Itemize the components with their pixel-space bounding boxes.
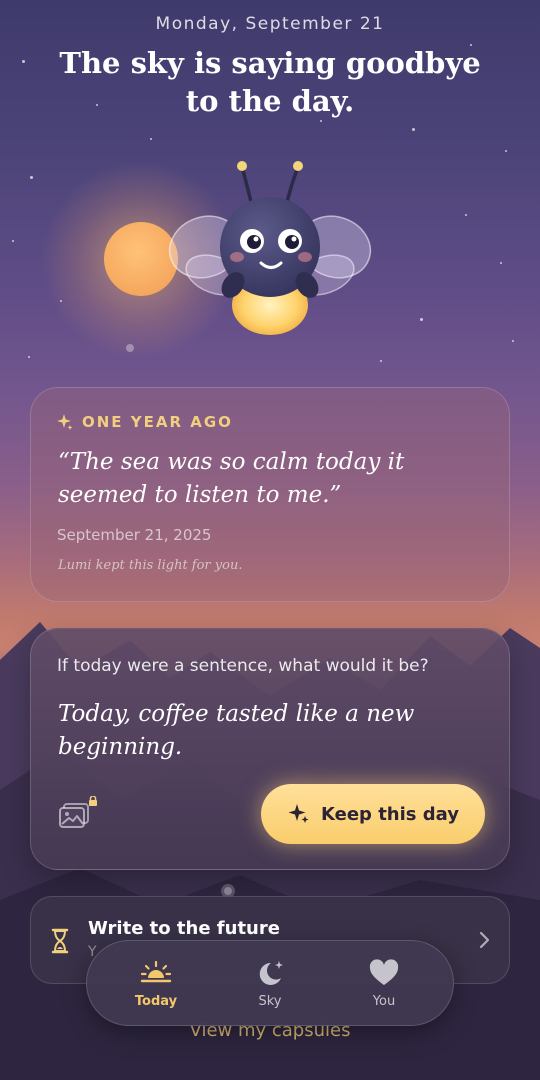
prompt-question: If today were a sentence, what would it … (57, 656, 429, 676)
prompt-answer-text[interactable]: Today, coffee tasted like a new beginnin… (58, 698, 478, 764)
keep-this-day-label: Keep this day (321, 803, 459, 825)
lumi-firefly-mascot[interactable] (165, 155, 375, 345)
date-label: Monday, September 21 (155, 14, 385, 34)
memory-note: Lumi kept this light for you. (58, 558, 243, 573)
tab-label-you: You (372, 994, 396, 1009)
memory-date: September 21, 2025 (57, 526, 212, 544)
sparkle-icon (57, 414, 73, 430)
sunset-icon (140, 960, 172, 983)
sparkle-icon (288, 804, 309, 823)
tab-label-today: Today (134, 994, 178, 1009)
tab-you[interactable]: You (339, 958, 429, 1014)
page-title: The sky is saying goodbye to the day. (59, 46, 481, 118)
hourglass-icon (51, 928, 69, 954)
moon-stars-icon (259, 961, 283, 985)
future-title: Write to the future (88, 918, 280, 939)
memory-eyebrow-label: ONE YEAR AGO (82, 413, 233, 431)
memory-quote: “The sea was so calm today it seemed to … (58, 449, 405, 508)
chevron-right-icon (479, 931, 490, 949)
tab-label-sky: Sky (258, 994, 282, 1009)
tab-sky[interactable]: Sky (225, 958, 315, 1014)
tab-today[interactable]: Today (111, 958, 201, 1014)
heart-icon (369, 959, 399, 985)
memory-eyebrow: ONE YEAR AGO (56, 413, 233, 431)
keep-this-day-button[interactable]: Keep this day (261, 784, 485, 844)
add-photo-locked-icon[interactable] (58, 796, 102, 830)
